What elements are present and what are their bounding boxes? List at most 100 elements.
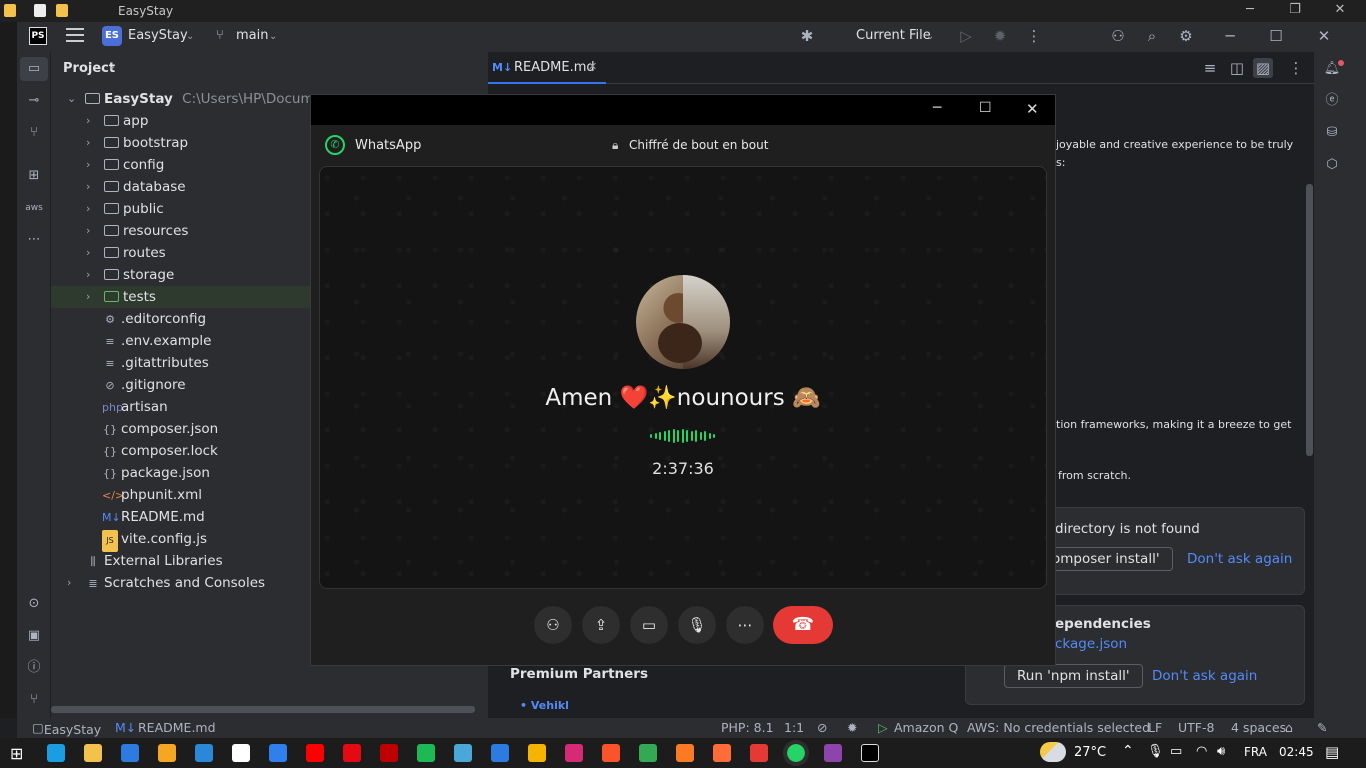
postman-icon[interactable] [713,744,731,762]
chevron-right-icon[interactable]: › [86,264,90,286]
chevron-down-icon[interactable]: ⌄ [269,31,277,42]
notification-center-icon[interactable]: ▤ [1325,743,1339,761]
tree-file[interactable]: {} package.json [102,462,210,484]
tree-scratches[interactable]: › ≣ Scratches and Consoles [67,572,265,594]
youtube-icon[interactable] [306,744,324,762]
debug-icon[interactable]: ✹ [990,26,1010,46]
calendar-icon[interactable] [491,744,509,762]
more-options-button[interactable]: ⋯ [726,606,764,644]
xampp-icon[interactable] [676,744,694,762]
app-x-icon[interactable] [158,744,176,762]
status-lock-icon[interactable]: ⌂ [1285,720,1293,735]
aws-icon[interactable]: aws [24,198,44,218]
chevron-right-icon[interactable]: › [86,286,90,308]
tree-file[interactable]: {} composer.lock [102,440,218,462]
more-actions-icon[interactable]: ⋮ [1024,26,1044,46]
git-icon[interactable]: ⑂ [24,690,44,710]
tree-folder-bootstrap[interactable]: › bootstrap [86,132,188,154]
tab-readme[interactable]: M↓ README.md ✕ [488,52,606,84]
tree-file[interactable]: </>phpunit.xml [102,484,202,506]
chevron-right-icon[interactable]: › [86,220,90,242]
plus-icon[interactable] [232,744,250,762]
tree-external-libraries[interactable]: ⫼ External Libraries [85,550,222,572]
restore-icon[interactable]: ❐ [1285,2,1305,17]
sublime-icon[interactable] [454,744,472,762]
database-icon[interactable]: ⛁ [1322,123,1342,143]
git-icon[interactable] [824,744,842,762]
chevron-down-icon[interactable]: ⌄ [67,88,76,110]
status-amazonq[interactable]: Amazon Q [894,720,958,735]
brave-icon[interactable] [602,744,620,762]
wa-close-icon[interactable]: ✕ [1026,100,1039,118]
tree-file[interactable]: ⚙ .editorconfig [102,308,206,330]
chevron-right-icon[interactable]: › [86,154,90,176]
terminal-icon[interactable]: ▣ [24,626,44,646]
chrome-dev-icon[interactable] [639,744,657,762]
debug-bug-icon[interactable]: ✱ [797,26,817,46]
share-screen-button[interactable]: ⇪ [582,606,620,644]
status-php[interactable]: PHP: 8.1 [721,720,774,735]
close-icon[interactable]: ✕ [1330,2,1350,17]
windows-start-icon[interactable]: ⊞ [10,744,23,763]
wa-minimize-icon[interactable]: ─ [933,100,941,116]
filezilla-icon[interactable] [380,744,398,762]
status-encoding[interactable]: UTF-8 [1178,720,1214,735]
tree-folder-config[interactable]: › config [86,154,164,176]
tree-file[interactable]: ⊘ .gitignore [102,374,185,396]
tree-folder-tests[interactable]: › tests [86,286,156,308]
structure-icon[interactable]: ⊞ [24,166,44,186]
microphone-button[interactable]: 🎙︎ [678,606,716,644]
tree-folder-storage[interactable]: › storage [86,264,174,286]
tree-folder-public[interactable]: › public [86,198,164,220]
chevron-right-icon[interactable]: › [86,110,90,132]
split-view-icon[interactable]: ◫ [1227,58,1247,78]
amazon-q-icon[interactable]: ⬡ [1322,155,1342,175]
chevron-down-icon[interactable]: ⌄ [108,61,116,72]
package-json-link[interactable]: ckage.json [1055,636,1127,652]
status-no-inspection-icon[interactable]: ⊘ [817,720,827,735]
project-badge[interactable]: ES [102,26,122,46]
composer-install-button[interactable]: omposer install' [1040,547,1173,571]
ide-minimize-icon[interactable]: ─ [1220,26,1240,46]
run-config-selector[interactable]: Current File [856,28,931,43]
status-gear-icon[interactable]: ✹ [847,720,857,735]
status-readonly-icon[interactable]: ✎ [1317,720,1327,735]
instagram-icon[interactable] [565,744,583,762]
run-icon[interactable]: ▷ [956,26,976,46]
status-aws[interactable]: AWS: No credentials selected [967,720,1150,735]
status-indent[interactable]: 4 spaces [1231,720,1286,735]
npm-install-button[interactable]: Run 'npm install' [1004,664,1143,688]
editor-only-icon[interactable]: ≡ [1200,58,1220,78]
tree-file[interactable]: phpartisan [102,396,168,418]
add-user-icon[interactable]: ⚇ [1108,26,1128,46]
dont-ask-again-link[interactable]: Don't ask again [1152,668,1257,684]
spotify-icon[interactable] [417,744,435,762]
search-icon[interactable]: ⌕ [1142,26,1162,46]
phpstorm-icon[interactable] [861,744,879,762]
branch-selector[interactable]: main [236,28,268,43]
weather-icon[interactable] [1040,742,1066,762]
status-caret[interactable]: 1:1 [784,720,804,735]
readme-link[interactable]: • Vehikl [520,699,569,712]
ai-assistant-icon[interactable]: ⓔ [1322,91,1342,111]
edge-icon[interactable] [47,744,65,762]
vscode-icon[interactable] [269,744,287,762]
tab-close-icon[interactable]: ✕ [588,60,597,73]
chevron-right-icon[interactable]: › [67,572,71,594]
wifi-icon[interactable]: ◠ [1196,744,1207,759]
store-icon[interactable] [121,744,139,762]
mail-icon[interactable] [195,744,213,762]
horizontal-scrollbar[interactable] [51,706,475,713]
chevron-right-icon[interactable]: › [86,198,90,220]
minimize-icon[interactable]: ─ [1240,2,1260,17]
netflix-icon[interactable] [343,744,361,762]
commit-icon[interactable]: ⊸ [24,91,44,111]
chevron-down-icon[interactable]: ⌄ [186,31,194,42]
chevron-right-icon[interactable]: › [86,176,90,198]
tree-folder-database[interactable]: › database [86,176,186,198]
problems-icon[interactable]: ⓘ [24,658,44,678]
app-red-icon[interactable] [750,744,768,762]
video-button[interactable]: ▭ [630,606,668,644]
project-selector[interactable]: EasyStay [128,28,188,43]
status-line-ending[interactable]: LF [1148,720,1162,735]
